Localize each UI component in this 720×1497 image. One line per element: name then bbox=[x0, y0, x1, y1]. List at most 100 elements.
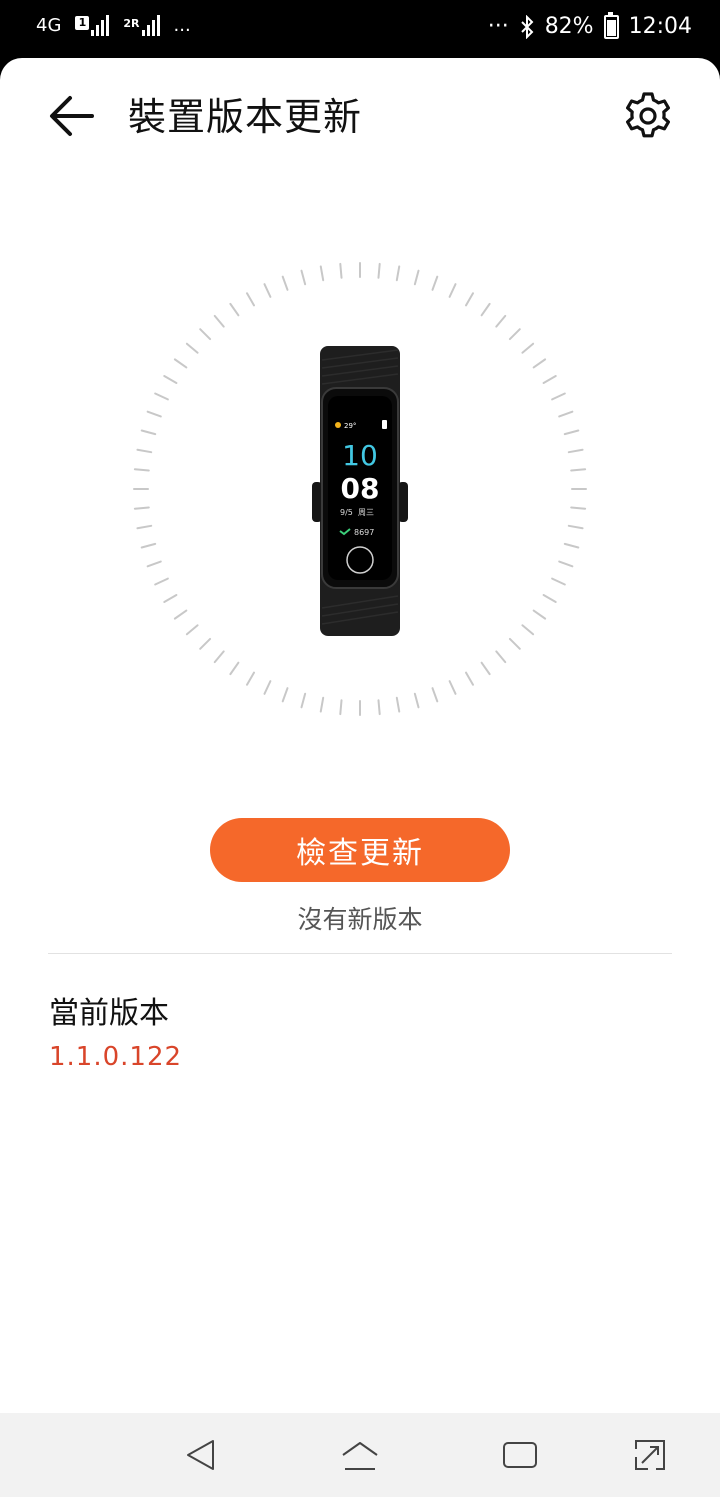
more-status-icon: ··· bbox=[487, 14, 509, 39]
dial-tick bbox=[377, 699, 381, 716]
dial-tick bbox=[542, 594, 557, 603]
smart-band-image: 29° 10 08 9/5 周三 8697 bbox=[312, 346, 408, 636]
dial-tick bbox=[495, 314, 507, 328]
dial-tick bbox=[146, 560, 162, 568]
dial-tick bbox=[173, 609, 188, 620]
dial-tick bbox=[558, 410, 574, 418]
band-date: 9/5 bbox=[340, 508, 353, 517]
dial-tick bbox=[480, 661, 491, 676]
dial-tick bbox=[339, 262, 343, 279]
current-version-value: 1.1.0.122 bbox=[49, 1042, 183, 1072]
band-minute: 08 bbox=[341, 472, 380, 505]
dial-tick bbox=[185, 624, 199, 636]
dial-tick bbox=[319, 696, 325, 713]
dial-tick bbox=[281, 275, 289, 291]
dial-tick bbox=[319, 265, 325, 282]
dial-tick bbox=[199, 328, 212, 341]
dial-tick bbox=[136, 448, 153, 454]
divider bbox=[48, 953, 672, 954]
band-hour: 10 bbox=[342, 439, 378, 472]
dial-tick bbox=[213, 314, 225, 328]
battery-icon bbox=[603, 11, 619, 39]
dial-tick bbox=[465, 292, 474, 307]
status-bar: 4G 1 2R ... ··· 82% 12:04 bbox=[0, 0, 720, 60]
dial-tick bbox=[448, 283, 457, 298]
dial-tick bbox=[300, 692, 307, 709]
dial-tick bbox=[395, 265, 401, 282]
band-weekday: 周三 bbox=[358, 508, 374, 517]
update-page: 裝置版本更新 29° 10 08 9/5 周三 8697 檢查更新 沒有新版本 … bbox=[0, 58, 720, 1413]
screen-toggle-icon[interactable] bbox=[630, 1435, 670, 1475]
dial-tick bbox=[133, 468, 150, 472]
dial-tick bbox=[495, 650, 507, 664]
bluetooth-icon bbox=[520, 14, 534, 39]
dial-tick bbox=[563, 429, 580, 436]
dial-tick bbox=[281, 687, 289, 703]
system-nav-bar bbox=[0, 1413, 720, 1497]
dial-tick bbox=[263, 283, 272, 298]
dial-tick bbox=[448, 680, 457, 695]
dial-tick bbox=[570, 468, 587, 472]
network-type: 4G bbox=[36, 14, 62, 36]
status-bar-left: 4G 1 2R ... bbox=[36, 14, 191, 36]
dial-tick bbox=[431, 275, 439, 291]
dial-tick bbox=[154, 392, 169, 401]
dial-tick bbox=[146, 410, 162, 418]
dial-tick bbox=[551, 577, 566, 586]
dial-tick bbox=[229, 661, 240, 676]
page-title: 裝置版本更新 bbox=[128, 95, 363, 139]
clock: 12:04 bbox=[628, 14, 692, 39]
dial-tick bbox=[133, 506, 150, 510]
app-header: 裝置版本更新 bbox=[0, 58, 720, 174]
recents-icon[interactable] bbox=[500, 1435, 540, 1475]
dial-tick bbox=[377, 262, 381, 279]
home-icon[interactable] bbox=[340, 1435, 380, 1475]
dial-tick bbox=[395, 696, 401, 713]
dial-tick bbox=[140, 542, 157, 549]
sim2-badge: 2R bbox=[123, 17, 140, 30]
dial-tick bbox=[431, 687, 439, 703]
sim2-signal-icon: 2R bbox=[123, 14, 160, 36]
check-update-button[interactable]: 檢查更新 bbox=[210, 818, 510, 882]
dial-tick bbox=[246, 292, 255, 307]
dial-tick bbox=[480, 302, 491, 317]
dial-tick bbox=[558, 560, 574, 568]
dial-tick bbox=[567, 448, 584, 454]
dial-tick bbox=[465, 671, 474, 686]
back-triangle-icon[interactable] bbox=[180, 1435, 220, 1475]
dial-tick bbox=[246, 671, 255, 686]
dial-tick bbox=[163, 594, 178, 603]
dial-tick bbox=[508, 328, 521, 341]
dial-tick bbox=[508, 637, 521, 650]
dial-tick bbox=[551, 392, 566, 401]
dial-tick bbox=[140, 429, 157, 436]
dial-tick bbox=[521, 624, 535, 636]
dial-tick bbox=[213, 650, 225, 664]
dial-tick bbox=[154, 577, 169, 586]
sim1-signal-icon: 1 bbox=[75, 14, 110, 36]
dial-tick bbox=[300, 269, 307, 286]
dial-tick bbox=[199, 637, 212, 650]
dial-tick bbox=[185, 342, 199, 354]
dial-tick bbox=[413, 269, 420, 286]
gear-icon[interactable] bbox=[620, 88, 676, 144]
dial-tick bbox=[163, 375, 178, 384]
dial-tick bbox=[173, 358, 188, 369]
dial-tick bbox=[339, 699, 343, 716]
update-status-message: 沒有新版本 bbox=[297, 905, 423, 934]
dial-tick bbox=[570, 506, 587, 510]
dial-tick bbox=[136, 524, 153, 530]
dial-tick bbox=[567, 524, 584, 530]
band-weather: 29° bbox=[344, 422, 356, 430]
arrow-left-icon[interactable] bbox=[44, 90, 100, 142]
battery-percent: 82% bbox=[544, 14, 594, 39]
current-version-label: 當前版本 bbox=[49, 996, 169, 1031]
dial-tick bbox=[413, 692, 420, 709]
dial-tick bbox=[532, 609, 547, 620]
dial-tick bbox=[229, 302, 240, 317]
dial-tick bbox=[532, 358, 547, 369]
dial-tick bbox=[521, 342, 535, 354]
more-notifications-icon: ... bbox=[173, 14, 191, 36]
status-bar-right: ··· 82% 12:04 bbox=[487, 11, 692, 39]
band-steps: 8697 bbox=[354, 528, 374, 537]
